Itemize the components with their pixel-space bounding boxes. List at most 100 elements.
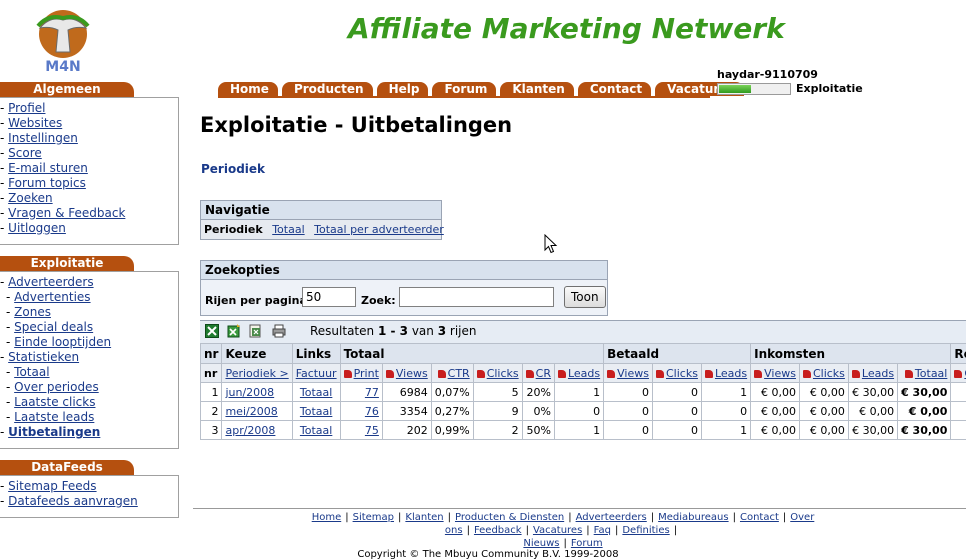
copyright: Copyright © The Mbuyu Community B.V. 199…: [193, 549, 783, 560]
sort-flag-icon: [386, 370, 394, 378]
search-input[interactable]: [399, 287, 554, 307]
menu-item-forum-topics[interactable]: - Forum topics: [0, 176, 178, 191]
col-factuur[interactable]: Factuur: [292, 364, 340, 383]
menu-item-websites[interactable]: - Websites: [0, 116, 178, 131]
footer-link-mediabureaus[interactable]: Mediabureaus: [658, 512, 728, 523]
table-row: 2 mei/2008 Totaal 76 3354 0,27% 9 0% 0 0…: [201, 402, 966, 421]
footer-link-klanten[interactable]: Klanten: [405, 512, 443, 523]
menu-item-profiel[interactable]: - Profiel: [0, 101, 178, 116]
col-rend-or[interactable]: Or: [951, 364, 966, 383]
col-cr[interactable]: CR: [522, 364, 554, 383]
nav-link-totaal-per-adverteerder[interactable]: Totaal per adverteerder: [314, 223, 444, 236]
menu-item-instellingen[interactable]: - Instellingen: [0, 131, 178, 146]
menu-item-score[interactable]: - Score: [0, 146, 178, 161]
menu-header-exploitatie: Exploitatie: [0, 256, 134, 271]
col-group-inkomsten: Inkomsten: [751, 344, 951, 364]
col-group-totaal: Totaal: [340, 344, 604, 364]
menu-datafeeds: - Sitemap Feeds - Datafeeds aanvragen: [0, 475, 179, 518]
col-inkomsten-totaal[interactable]: Totaal: [898, 364, 951, 383]
user-name: haydar-9110709: [717, 68, 818, 81]
menu-item-vragen-feedback[interactable]: - Vragen & Feedback: [0, 206, 178, 221]
col-betaald-views[interactable]: Views: [604, 364, 653, 383]
csv-export-icon[interactable]: [249, 324, 263, 338]
page-title: Exploitatie - Uitbetalingen: [200, 113, 512, 137]
table-row: 3 apr/2008 Totaal 75 202 0,99% 2 50% 1 0…: [201, 421, 966, 440]
menu-item-email-sturen[interactable]: - E-mail sturen: [0, 161, 178, 176]
col-inkomsten-clicks[interactable]: Clicks: [799, 364, 848, 383]
print-icon[interactable]: [272, 324, 286, 338]
col-print[interactable]: Print: [340, 364, 382, 383]
menu-item-zoeken[interactable]: - Zoeken: [0, 191, 178, 206]
menu-item-uitloggen[interactable]: - Uitloggen: [0, 221, 178, 236]
tab-contact[interactable]: Contact: [578, 82, 651, 96]
col-inkomsten-views[interactable]: Views: [751, 364, 800, 383]
col-betaald-clicks[interactable]: Clicks: [652, 364, 701, 383]
footer-link-definities[interactable]: Definities: [622, 525, 669, 536]
navigatie-row: Periodiek Totaal Totaal per adverteerder: [201, 220, 441, 239]
menu-item-laatste-clicks[interactable]: - Laatste clicks: [0, 395, 178, 410]
menu-item-advertenties[interactable]: - Advertenties: [0, 290, 178, 305]
sort-flag-icon: [905, 370, 913, 378]
col-views[interactable]: Views: [382, 364, 431, 383]
sort-flag-icon: [477, 370, 485, 378]
col-inkomsten-leads[interactable]: Leads: [848, 364, 897, 383]
col-betaald-leads[interactable]: Leads: [701, 364, 750, 383]
footer-link-forum[interactable]: Forum: [571, 538, 603, 549]
menu-item-zones[interactable]: - Zones: [0, 305, 178, 320]
footer-link-adverteerders[interactable]: Adverteerders: [576, 512, 647, 523]
excel-export-icon[interactable]: [205, 324, 219, 338]
col-leads[interactable]: Leads: [554, 364, 603, 383]
table-sub-header-row: nr Periodiek > Factuur Print Views CTR C…: [201, 364, 966, 383]
footer-link-home[interactable]: Home: [312, 512, 342, 523]
site-title: Affiliate Marketing Netwerk: [348, 12, 785, 45]
menu-item-adverteerders[interactable]: - Adverteerders: [0, 275, 178, 290]
sort-flag-icon: [526, 370, 534, 378]
nav-link-totaal[interactable]: Totaal: [272, 223, 304, 236]
search-label: Zoek:: [361, 294, 396, 307]
navigatie-current: Periodiek: [204, 223, 263, 236]
footer-link-vacatures[interactable]: Vacatures: [533, 525, 582, 536]
page-subtitle: Periodiek: [201, 162, 265, 176]
footer-links: Home|Sitemap|Klanten|Producten & Dienste…: [193, 511, 933, 550]
footer-link-nieuws[interactable]: Nieuws: [523, 538, 559, 549]
tab-forum[interactable]: Forum: [432, 82, 496, 96]
toon-button[interactable]: Toon: [564, 286, 606, 308]
col-ctr[interactable]: CTR: [431, 364, 473, 383]
col-group-rend: Rend: [951, 344, 966, 364]
menu-item-statistieken[interactable]: - Statistieken: [0, 350, 178, 365]
tab-home[interactable]: Home: [218, 82, 278, 96]
score-progress-fill: [719, 85, 751, 93]
menu-item-uitbetalingen[interactable]: - Uitbetalingen: [0, 425, 178, 440]
menu-item-special-deals[interactable]: - Special deals: [0, 320, 178, 335]
score-progress-bar: [717, 83, 791, 95]
menu-algemeen: - Profiel - Websites - Instellingen - Sc…: [0, 97, 179, 245]
tab-help[interactable]: Help: [377, 82, 429, 96]
excel-download-icon[interactable]: [227, 324, 241, 338]
svg-text:M4N: M4N: [45, 59, 80, 74]
footer-link-faq[interactable]: Faq: [594, 525, 611, 536]
menu-item-laatste-leads[interactable]: - Laatste leads: [0, 410, 178, 425]
tab-klanten[interactable]: Klanten: [500, 82, 573, 96]
col-periodiek[interactable]: Periodiek >: [222, 364, 292, 383]
m4n-logo[interactable]: M4N: [30, 8, 96, 74]
tab-producten[interactable]: Producten: [282, 82, 373, 96]
rows-per-page-input[interactable]: [302, 287, 356, 307]
col-group-links: Links: [292, 344, 340, 364]
navigatie-panel: Navigatie Periodiek Totaal Totaal per ad…: [200, 200, 442, 240]
menu-item-einde-looptijden[interactable]: - Einde looptijden: [0, 335, 178, 350]
menu-item-over-periodes[interactable]: - Over periodes: [0, 380, 178, 395]
menu-item-sitemap-feeds[interactable]: - Sitemap Feeds: [0, 479, 178, 494]
menu-header-algemeen: Algemeen: [0, 82, 134, 97]
footer-link-contact[interactable]: Contact: [740, 512, 779, 523]
sort-flag-icon: [754, 370, 762, 378]
footer-link-sitemap[interactable]: Sitemap: [353, 512, 394, 523]
menu-item-totaal[interactable]: - Totaal: [0, 365, 178, 380]
footer-link-producten-diensten[interactable]: Producten & Diensten: [455, 512, 564, 523]
sort-flag-icon: [705, 370, 713, 378]
footer-link-feedback[interactable]: Feedback: [474, 525, 522, 536]
menu-item-datafeeds-aanvragen[interactable]: - Datafeeds aanvragen: [0, 494, 178, 509]
zoekopties-header: Zoekopties: [201, 261, 607, 280]
col-group-nr: nr: [201, 344, 222, 364]
col-clicks[interactable]: Clicks: [473, 364, 522, 383]
table-group-header-row: nr Keuze Links Totaal Betaald Inkomsten …: [201, 344, 966, 364]
